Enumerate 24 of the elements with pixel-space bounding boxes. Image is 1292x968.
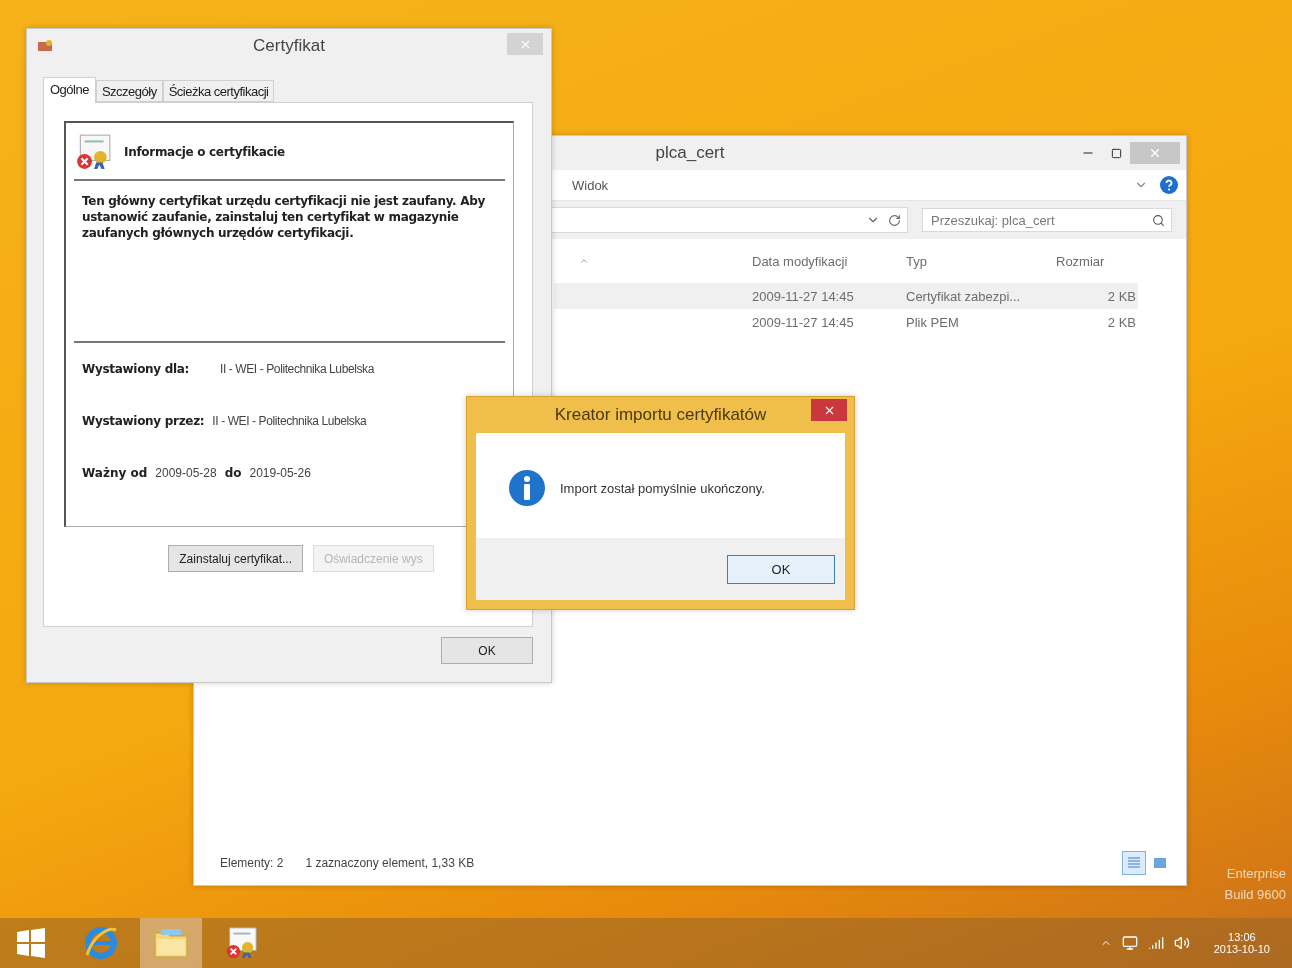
build-text: Build 9600 xyxy=(1224,887,1286,902)
field-value: II - WEI - Politechnika Lubelska xyxy=(220,362,374,376)
size-cell-text: 2 KB xyxy=(1106,288,1137,304)
size-cell-text: 2 KB xyxy=(1106,314,1137,330)
dialog-message: Import został pomyślnie ukończony. xyxy=(560,480,765,496)
type-cell-text: Certyfikat zabezpi... xyxy=(905,288,1022,304)
field-value: 2019-05-26 xyxy=(249,466,311,480)
type-cell-text: Plik PEM xyxy=(905,314,960,330)
trust-message: Ten główny certyfikat urzędu certyfikacji nie jest zaufany. Aby ustanowić zaufanie, zainstaluj ten certyfikat w magazynie zaufanych głównych urzędów certyfikacji. xyxy=(82,193,486,242)
window-title: plca_cert xyxy=(655,143,725,163)
edition-text: Enterprise xyxy=(1226,866,1286,881)
section-heading: Informacje o certyfikacie xyxy=(124,145,285,159)
window-title: Certyfikat xyxy=(253,36,325,56)
field-label: Ważny od xyxy=(82,466,148,480)
date-cell-text: 2009-11-27 14:45 xyxy=(751,314,855,330)
field-value: II - WEI - Politechnika Lubelska xyxy=(212,414,367,428)
date-cell-text: 2009-11-27 14:45 xyxy=(751,288,855,304)
dialog-title: Kreator importu certyfikatów xyxy=(554,405,767,425)
field-label: Wystawiony przez: xyxy=(82,414,205,428)
item-count: Elementy: 2 xyxy=(220,856,284,870)
selection-info: 1 zaznaczony element, 1,33 KB xyxy=(305,856,475,870)
field-label: do xyxy=(224,466,242,480)
field-label: Wystawiony dla: xyxy=(82,362,191,376)
field-value: 2009-05-28 xyxy=(155,466,217,480)
